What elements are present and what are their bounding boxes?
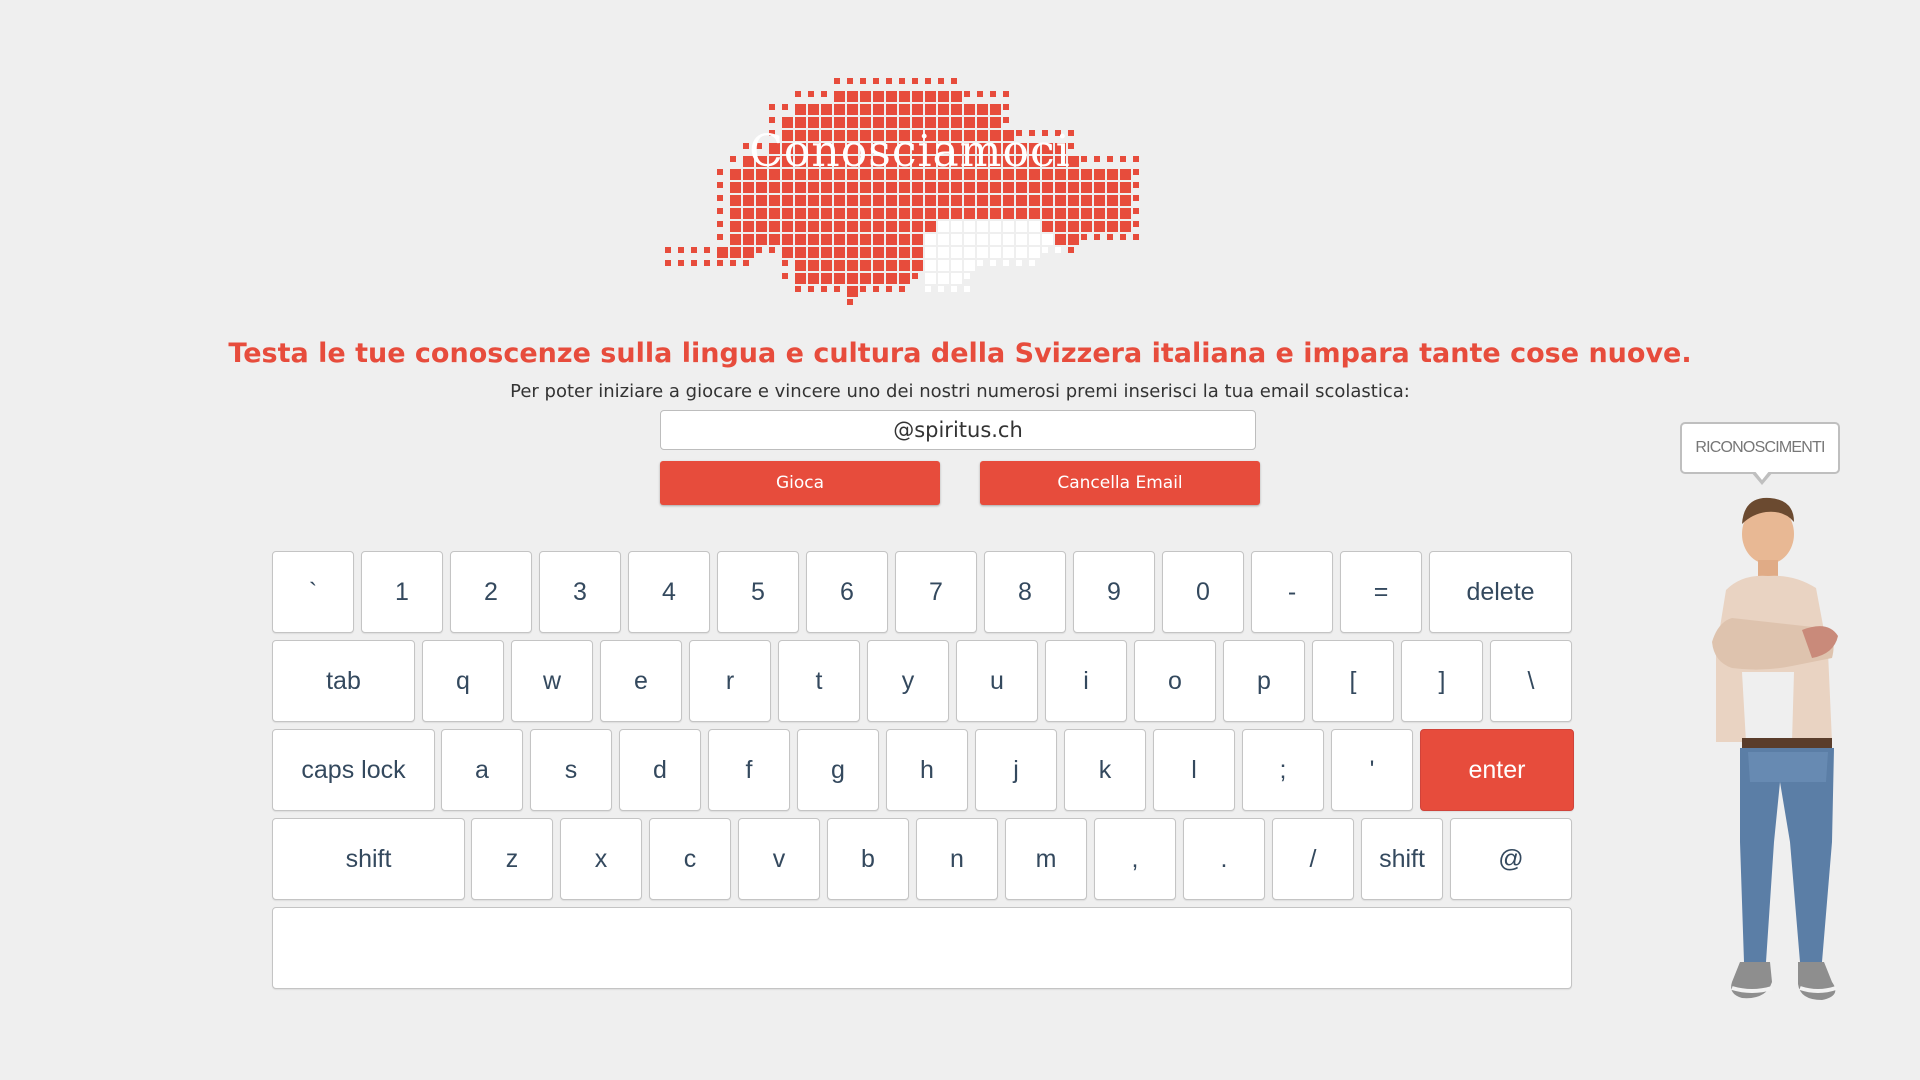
key-apostrophe[interactable]: ' <box>1331 729 1413 811</box>
key-z[interactable]: z <box>471 818 553 900</box>
key-delete[interactable]: delete <box>1429 551 1572 633</box>
page-headline: Testa le tue conoscenze sulla lingua e c… <box>228 338 1692 369</box>
key-8[interactable]: 8 <box>984 551 1066 633</box>
key-q[interactable]: q <box>422 640 504 722</box>
key-w[interactable]: w <box>511 640 593 722</box>
key-open-bracket[interactable]: [ <box>1312 640 1394 722</box>
key-v[interactable]: v <box>738 818 820 900</box>
key-at[interactable]: @ <box>1450 818 1572 900</box>
key-u[interactable]: u <box>956 640 1038 722</box>
key-h[interactable]: h <box>886 729 968 811</box>
key-space[interactable] <box>272 907 1572 989</box>
key-b[interactable]: b <box>827 818 909 900</box>
key-y[interactable]: y <box>867 640 949 722</box>
key-1[interactable]: 1 <box>361 551 443 633</box>
key-i[interactable]: i <box>1045 640 1127 722</box>
key-f[interactable]: f <box>708 729 790 811</box>
key-e[interactable]: e <box>600 640 682 722</box>
mascot-person-icon <box>1682 422 1872 1008</box>
key-close-bracket[interactable]: ] <box>1401 640 1483 722</box>
key-o[interactable]: o <box>1134 640 1216 722</box>
key-enter[interactable]: enter <box>1420 729 1574 811</box>
key-0[interactable]: 0 <box>1162 551 1244 633</box>
key-4[interactable]: 4 <box>628 551 710 633</box>
email-input[interactable] <box>660 410 1256 450</box>
key-comma[interactable]: , <box>1094 818 1176 900</box>
key-shift-left[interactable]: shift <box>272 818 465 900</box>
key-a[interactable]: a <box>441 729 523 811</box>
key-6[interactable]: 6 <box>806 551 888 633</box>
key-shift-right[interactable]: shift <box>1361 818 1443 900</box>
key-c[interactable]: c <box>649 818 731 900</box>
key-minus[interactable]: - <box>1251 551 1333 633</box>
key-2[interactable]: 2 <box>450 551 532 633</box>
key-n[interactable]: n <box>916 818 998 900</box>
key-d[interactable]: d <box>619 729 701 811</box>
key-g[interactable]: g <box>797 729 879 811</box>
key-period[interactable]: . <box>1183 818 1265 900</box>
key-semicolon[interactable]: ; <box>1242 729 1324 811</box>
key-caps-lock[interactable]: caps lock <box>272 729 435 811</box>
key-9[interactable]: 9 <box>1073 551 1155 633</box>
key-backtick[interactable]: ` <box>272 551 354 633</box>
key-r[interactable]: r <box>689 640 771 722</box>
key-j[interactable]: j <box>975 729 1057 811</box>
key-7[interactable]: 7 <box>895 551 977 633</box>
key-s[interactable]: s <box>530 729 612 811</box>
key-x[interactable]: x <box>560 818 642 900</box>
key-backslash[interactable]: \ <box>1490 640 1572 722</box>
site-logo: Conosciamoci <box>655 38 1165 328</box>
key-tab[interactable]: tab <box>272 640 415 722</box>
key-slash[interactable]: / <box>1272 818 1354 900</box>
key-t[interactable]: t <box>778 640 860 722</box>
switzerland-pixel-map-icon <box>665 78 1139 305</box>
key-p[interactable]: p <box>1223 640 1305 722</box>
play-button[interactable]: Gioca <box>660 461 940 505</box>
key-5[interactable]: 5 <box>717 551 799 633</box>
key-equals[interactable]: = <box>1340 551 1422 633</box>
key-3[interactable]: 3 <box>539 551 621 633</box>
key-k[interactable]: k <box>1064 729 1146 811</box>
key-m[interactable]: m <box>1005 818 1087 900</box>
email-instruction: Per poter iniziare a giocare e vincere u… <box>510 381 1410 402</box>
key-l[interactable]: l <box>1153 729 1235 811</box>
clear-email-button[interactable]: Cancella Email <box>980 461 1260 505</box>
